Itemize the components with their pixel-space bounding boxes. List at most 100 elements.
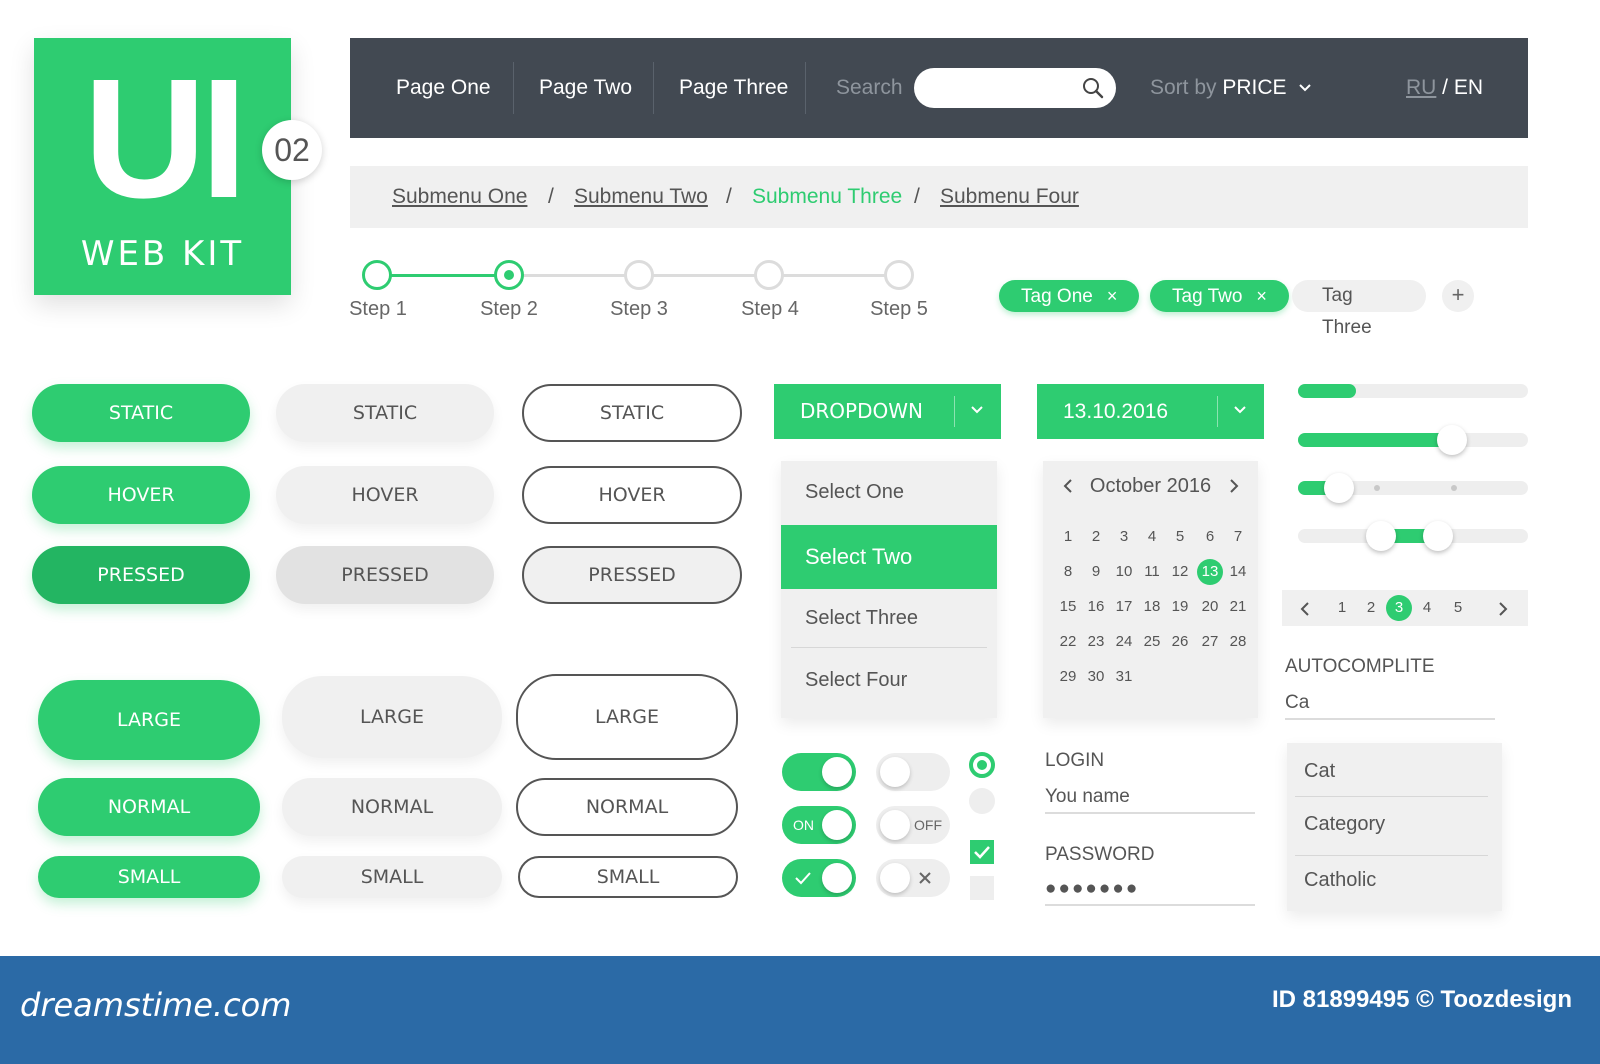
checkbox-unchecked[interactable] — [970, 876, 994, 900]
step-1-dot[interactable] — [362, 260, 392, 290]
autocomplete-input[interactable]: Ca — [1285, 692, 1495, 720]
calendar-day[interactable]: 8 — [1055, 559, 1081, 585]
green-button-hover[interactable]: HOVER — [32, 466, 250, 524]
page-link[interactable]: 5 — [1445, 590, 1471, 626]
suggestion-item[interactable]: Cat — [1304, 760, 1335, 783]
radio-checked[interactable] — [969, 752, 995, 778]
calendar-day[interactable]: 28 — [1225, 629, 1251, 655]
dropdown-option-selected[interactable]: Select Two — [781, 525, 997, 589]
green-button-normal[interactable]: NORMAL — [38, 778, 260, 836]
calendar-day[interactable]: 31 — [1111, 664, 1137, 690]
step-3-dot[interactable] — [624, 260, 654, 290]
calendar-day[interactable]: 27 — [1197, 629, 1223, 655]
sort-control[interactable]: Sort by PRICE — [1150, 38, 1312, 138]
calendar-day[interactable]: 7 — [1225, 524, 1251, 550]
calendar-day[interactable]: 30 — [1083, 664, 1109, 690]
step-5-dot[interactable] — [884, 260, 914, 290]
soft-button-normal[interactable]: NORMAL — [282, 778, 502, 836]
password-field[interactable]: ●●●●●●● — [1045, 878, 1255, 906]
tag-chip[interactable]: Tag One × — [999, 280, 1140, 312]
calendar-day[interactable]: 6 — [1197, 524, 1223, 550]
slider-handle[interactable] — [1437, 425, 1468, 455]
dropdown-option[interactable]: Select Three — [781, 607, 997, 630]
range-handle-high[interactable] — [1423, 521, 1454, 551]
chevron-right-icon[interactable] — [1498, 602, 1508, 616]
datepicker-button[interactable]: 13.10.2016 — [1037, 384, 1264, 439]
calendar-day[interactable]: 20 — [1197, 594, 1223, 620]
suggestion-item[interactable]: Catholic — [1304, 869, 1376, 892]
search-input[interactable] — [914, 68, 1116, 108]
calendar-day[interactable]: 24 — [1111, 629, 1137, 655]
login-field[interactable]: You name — [1045, 786, 1255, 814]
lang-en[interactable]: EN — [1454, 76, 1483, 99]
calendar-day[interactable]: 22 — [1055, 629, 1081, 655]
green-button-static[interactable]: STATIC — [32, 384, 250, 442]
breadcrumb-item[interactable]: Submenu One — [392, 166, 527, 228]
calendar-day[interactable]: 23 — [1083, 629, 1109, 655]
green-button-large[interactable]: LARGE — [38, 680, 260, 760]
close-icon[interactable]: × — [1256, 286, 1267, 306]
nav-link-page-three[interactable]: Page Three — [679, 38, 788, 138]
chevron-left-icon[interactable] — [1300, 602, 1310, 616]
page-link[interactable]: 1 — [1329, 590, 1355, 626]
range-handle-low[interactable] — [1365, 521, 1396, 551]
step-4-dot[interactable] — [754, 260, 784, 290]
calendar-day[interactable]: 5 — [1167, 524, 1193, 550]
step-2-dot[interactable] — [494, 260, 524, 290]
add-tag-button[interactable]: + — [1442, 280, 1474, 312]
page-link[interactable]: 4 — [1414, 590, 1440, 626]
toggle-on-labeled[interactable]: ON — [782, 806, 856, 844]
toggle-off-icon[interactable] — [876, 859, 950, 897]
calendar-day[interactable]: 19 — [1167, 594, 1193, 620]
outline-button-normal[interactable]: NORMAL — [516, 778, 738, 836]
chevron-down-icon[interactable] — [1298, 83, 1312, 93]
dropdown-button[interactable]: DROPDOWN — [774, 384, 1001, 439]
page-link[interactable]: 2 — [1358, 590, 1384, 626]
calendar-day[interactable]: 15 — [1055, 594, 1081, 620]
soft-button-pressed[interactable]: PRESSED — [276, 546, 494, 604]
close-icon[interactable]: × — [1107, 286, 1118, 306]
lang-ru[interactable]: RU — [1406, 76, 1436, 99]
toggle-on-icon[interactable] — [782, 859, 856, 897]
nav-link-page-one[interactable]: Page One — [396, 38, 491, 138]
chevron-down-icon[interactable] — [969, 402, 985, 418]
calendar-day-selected[interactable]: 13 — [1197, 559, 1223, 585]
calendar-day[interactable]: 26 — [1167, 629, 1193, 655]
suggestion-item[interactable]: Category — [1304, 813, 1385, 836]
tag-chip[interactable]: Tag Three — [1292, 280, 1426, 338]
dropdown-option[interactable]: Select One — [781, 481, 997, 504]
green-button-pressed[interactable]: PRESSED — [32, 546, 250, 604]
calendar-day[interactable]: 2 — [1083, 524, 1109, 550]
calendar-day[interactable]: 25 — [1139, 629, 1165, 655]
calendar-day[interactable]: 10 — [1111, 559, 1137, 585]
outline-button-large[interactable]: LARGE — [516, 674, 738, 760]
checkbox-checked[interactable] — [970, 840, 994, 864]
calendar-day[interactable]: 12 — [1167, 559, 1193, 585]
calendar-day[interactable]: 18 — [1139, 594, 1165, 620]
slider-handle[interactable] — [1324, 473, 1355, 503]
dropdown-option[interactable]: Select Four — [781, 669, 997, 692]
soft-button-small[interactable]: SMALL — [282, 856, 502, 898]
outline-button-pressed[interactable]: PRESSED — [522, 546, 742, 604]
sort-value[interactable]: PRICE — [1222, 76, 1286, 99]
breadcrumb-item-active[interactable]: Submenu Three — [752, 166, 902, 228]
toggle-off-labeled[interactable]: OFF — [876, 806, 950, 844]
calendar-day[interactable]: 4 — [1139, 524, 1165, 550]
soft-button-hover[interactable]: HOVER — [276, 466, 494, 524]
toggle-on[interactable] — [782, 753, 856, 791]
calendar-day[interactable]: 9 — [1083, 559, 1109, 585]
calendar-day[interactable]: 29 — [1055, 664, 1081, 690]
breadcrumb-item[interactable]: Submenu Four — [940, 166, 1079, 228]
calendar-day[interactable]: 17 — [1111, 594, 1137, 620]
page-link-current[interactable]: 3 — [1386, 595, 1412, 621]
outline-button-static[interactable]: STATIC — [522, 384, 742, 442]
calendar-day[interactable]: 16 — [1083, 594, 1109, 620]
soft-button-large[interactable]: LARGE — [282, 676, 502, 758]
calendar-day[interactable]: 11 — [1139, 559, 1165, 585]
breadcrumb-item[interactable]: Submenu Two — [574, 166, 708, 228]
outline-button-hover[interactable]: HOVER — [522, 466, 742, 524]
calendar-day[interactable]: 3 — [1111, 524, 1137, 550]
outline-button-small[interactable]: SMALL — [518, 856, 738, 898]
green-button-small[interactable]: SMALL — [38, 856, 260, 898]
search-icon[interactable] — [1082, 77, 1104, 99]
